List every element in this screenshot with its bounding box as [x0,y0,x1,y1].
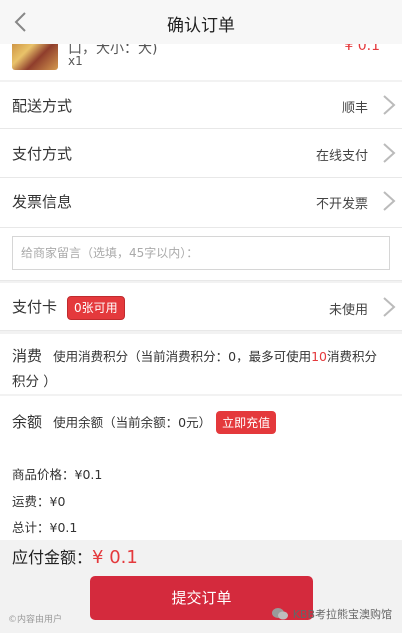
delivery-value: 顺丰 [341,101,368,116]
payment-row[interactable]: 支付方式 在线支付 [0,129,402,178]
goods-price: 商品价格：¥0.1 [12,467,103,482]
watermark-text: KBB考拉熊宝澳购馆 [292,608,392,621]
product-price: ¥ 0.1 [344,44,380,54]
payment-card-label: 支付卡 [12,298,58,316]
price-summary: 商品价格：¥0.1 运费：¥0 总计：¥0.1 [0,452,402,540]
delivery-row[interactable]: 配送方式 顺丰 [0,82,402,129]
product-thumbnail [12,44,58,70]
chevron-right-icon [383,297,396,317]
watermark-left: ©内容由用户 [8,615,63,625]
points-max: 10 [311,349,327,364]
payment-value: 在线支付 [315,149,368,164]
invoice-row[interactable]: 发票信息 不开发票 [0,178,402,228]
amount-due-label: 应付金额： [12,548,93,567]
shipping-fee: 运费：¥0 [12,494,66,509]
balance-label: 余额 [12,413,43,431]
product-item: 口，大小：大) x1 ¥ 0.1 [0,44,402,80]
subtotal: 总计：¥0.1 [12,520,78,535]
note-section [0,228,402,281]
chevron-right-icon [383,143,396,163]
points-close: 积分 ） [12,374,57,390]
top-bar: 确认订单 [0,0,402,45]
seller-note-input[interactable] [13,237,389,269]
product-quantity: x1 [68,54,83,68]
available-cards-badge: 0张可用 [67,296,125,320]
payment-card-row[interactable]: 支付卡 0张可用 未使用 [0,283,402,331]
points-label: 消费 [12,347,43,365]
watermark-right: KBB考拉熊宝澳购馆 [271,606,392,622]
delivery-label: 配送方式 [12,97,73,115]
balance-text: 使用余额（当前余额：0元） [53,415,212,430]
payment-label: 支付方式 [12,145,73,163]
invoice-value: 不开发票 [315,197,368,212]
chevron-right-icon [383,95,396,115]
seller-note-box [12,236,390,270]
amount-due: 应付金额：¥ 0.1 [12,544,138,568]
points-unit: 消费积分 [326,349,377,364]
balance-section: 余额 使用余额（当前余额：0元） 立即充值 [0,396,402,452]
recharge-button[interactable]: 立即充值 [216,411,277,434]
page-title: 确认订单 [167,16,235,36]
payment-card-value: 未使用 [328,303,368,318]
wechat-icon [271,608,288,620]
points-text: 使用消费积分（当前消费积分：0，最多可使用 [53,349,312,364]
amount-due-value: ¥ 0.1 [92,547,138,568]
invoice-label: 发票信息 [12,193,73,211]
points-section[interactable]: 消费 使用消费积分（当前消费积分：0，最多可使用10消费积分 积分 ） [0,334,402,394]
chevron-right-icon [383,191,396,211]
